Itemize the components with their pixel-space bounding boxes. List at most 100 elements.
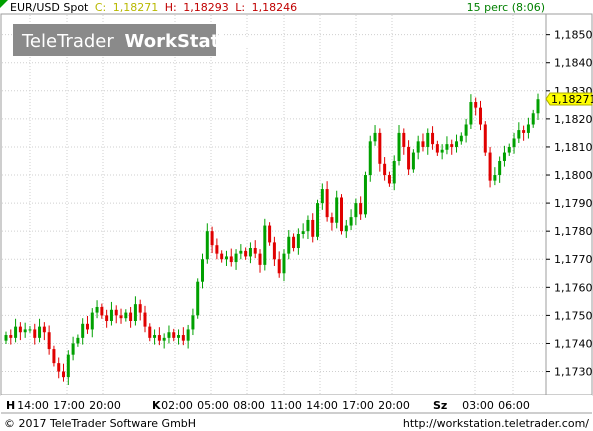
candle: [502, 145, 506, 167]
candle: [263, 218, 267, 271]
candle: [38, 318, 42, 343]
candle: [416, 135, 420, 160]
time-label: 05:00: [197, 399, 229, 412]
candle-body: [349, 217, 353, 226]
candle-body: [4, 335, 8, 341]
time-label: 17:00: [342, 399, 374, 412]
candle: [392, 155, 396, 191]
candle-body: [272, 242, 276, 260]
candle: [220, 250, 224, 263]
candle-body: [498, 160, 502, 176]
candle-body: [258, 253, 262, 265]
candle-body: [157, 335, 161, 341]
candle: [4, 331, 8, 345]
candle: [397, 125, 401, 166]
candle: [363, 171, 367, 218]
candle-body: [109, 309, 113, 322]
candle-body: [148, 326, 152, 338]
candle: [339, 194, 343, 235]
candle: [162, 333, 166, 349]
candle: [277, 251, 281, 278]
candle: [57, 357, 61, 379]
candle-body: [201, 259, 205, 282]
candle-body: [517, 130, 521, 139]
candle: [119, 308, 123, 324]
candle-body: [205, 231, 209, 260]
candle: [62, 363, 66, 382]
candle-body: [459, 135, 463, 142]
price-tick-label: 1,17500: [554, 309, 593, 322]
candle-body: [129, 312, 133, 322]
candle-body: [248, 248, 252, 257]
candle: [33, 323, 37, 345]
candle-body: [95, 306, 99, 313]
candle-body: [81, 323, 85, 338]
day-label: Sz: [433, 399, 447, 412]
candle: [311, 213, 315, 243]
time-label: 14:00: [17, 399, 49, 412]
candle: [464, 118, 468, 143]
candle: [507, 143, 511, 156]
candle: [411, 149, 415, 173]
candle-body: [378, 132, 382, 164]
candle-body: [71, 343, 75, 355]
candle: [536, 93, 540, 120]
candle: [100, 303, 104, 319]
candle: [148, 323, 152, 342]
candle-body: [229, 256, 233, 263]
candle-body: [18, 326, 22, 333]
candle-body: [119, 315, 123, 319]
candle-body: [455, 141, 459, 147]
low-value: 1,18246: [252, 1, 298, 14]
time-label: 17:00: [53, 399, 85, 412]
candle-body: [316, 203, 320, 237]
candle-body: [23, 329, 27, 333]
candle: [224, 250, 228, 266]
candle-body: [411, 152, 415, 170]
candle-body: [57, 363, 61, 372]
candle: [383, 157, 387, 181]
time-label: 02:00: [161, 399, 193, 412]
candle-body: [9, 335, 13, 338]
low-label: L:: [235, 1, 245, 14]
candle-body: [320, 189, 324, 204]
candle-body: [52, 349, 56, 364]
candle-body: [526, 124, 530, 133]
candle-body: [143, 312, 147, 327]
candle-body: [344, 225, 348, 232]
candle: [181, 327, 185, 346]
candle-body: [306, 219, 310, 232]
price-tick-label: 1,18500: [554, 29, 593, 42]
time-label: 03:00: [462, 399, 494, 412]
candle: [196, 278, 200, 319]
candle: [124, 309, 128, 322]
candle: [138, 299, 142, 321]
time-label: 08:00: [233, 399, 265, 412]
candle: [229, 248, 233, 267]
candle: [76, 334, 80, 347]
candle: [488, 146, 492, 188]
candle-body: [162, 337, 166, 341]
candle-body: [507, 146, 511, 153]
candle: [421, 133, 425, 152]
website-link[interactable]: http://workstation.teletrader.com/: [403, 417, 589, 430]
candle: [90, 308, 94, 338]
candle: [248, 242, 252, 264]
candle: [28, 326, 32, 333]
candle-body: [296, 233, 300, 249]
candle: [66, 350, 70, 386]
candle: [133, 296, 137, 326]
candle: [129, 306, 133, 328]
candle: [320, 183, 324, 210]
high-value: 1,18293: [183, 1, 229, 14]
candle-body: [66, 354, 70, 378]
candle-body: [177, 335, 181, 338]
price-chart[interactable]: EUR/USD Spot C: 1,18271 H: 1,18293 L: 1,…: [0, 0, 593, 431]
candle: [306, 215, 310, 240]
candles: [4, 93, 540, 386]
candle: [177, 329, 181, 345]
candle: [282, 249, 286, 282]
candle: [359, 196, 363, 220]
price-tick-label: 1,18400: [554, 57, 593, 70]
teletrader-chart-window: EUR/USD Spot C: 1,18271 H: 1,18293 L: 1,…: [0, 0, 593, 431]
